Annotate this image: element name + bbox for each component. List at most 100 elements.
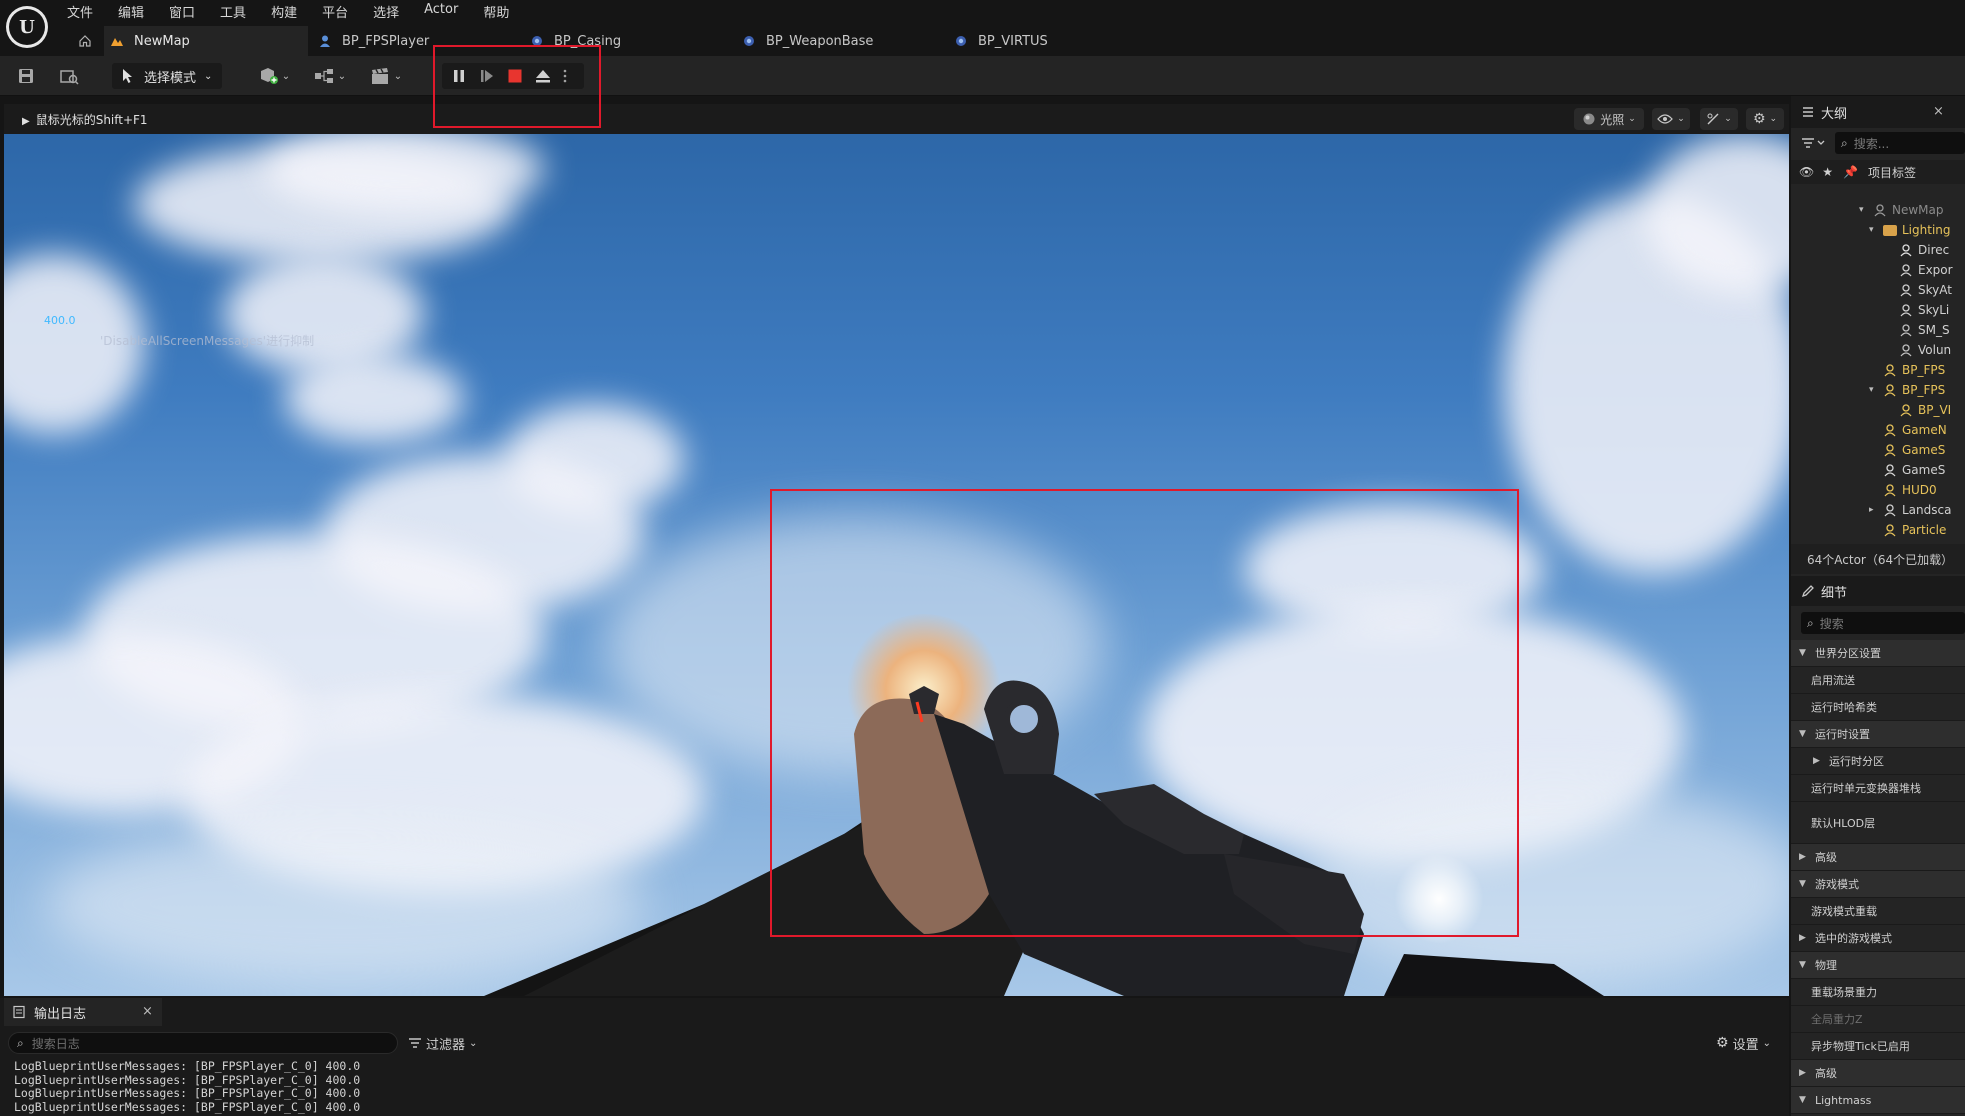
favorite-column-icon[interactable]: ★: [1822, 165, 1833, 179]
show-flags-button[interactable]: ⌄: [1652, 108, 1690, 130]
outliner-row-label: Direc: [1918, 243, 1950, 257]
pawn-icon: [1883, 523, 1897, 537]
outliner-row-label: GameS: [1902, 463, 1946, 477]
outliner-row-label: Particle: [1902, 523, 1947, 537]
outliner-row[interactable]: GameS: [1791, 440, 1965, 460]
outliner-row[interactable]: BP_VI: [1791, 400, 1965, 420]
outliner-row[interactable]: SM_S: [1791, 320, 1965, 340]
details-section-header[interactable]: ▼ Lightmass: [1791, 1087, 1965, 1114]
outliner-row[interactable]: HUD0: [1791, 480, 1965, 500]
add-actor-button[interactable]: ⌄: [254, 64, 294, 88]
details-property-row[interactable]: ▶ 选中的游戏模式: [1791, 925, 1965, 952]
details-property-row[interactable]: 异步物理Tick已启用: [1791, 1033, 1965, 1060]
caret-right-icon[interactable]: ▶: [1799, 1068, 1809, 1078]
details-property-row[interactable]: 重载场景重力: [1791, 979, 1965, 1006]
caret-right-icon[interactable]: ▶: [1813, 756, 1823, 766]
outliner-row[interactable]: Particle: [1791, 520, 1965, 540]
menu-tools[interactable]: 工具: [220, 2, 258, 21]
chevron-down-icon: ⌄: [204, 70, 213, 82]
details-row-label: 运行时单元变换器堆栈: [1811, 782, 1921, 795]
details-property-row[interactable]: 游戏模式重载: [1791, 898, 1965, 925]
menu-platform[interactable]: 平台: [322, 2, 360, 21]
menu-window[interactable]: 窗口: [169, 2, 207, 21]
log-line: LogBlueprintUserMessages: [BP_FPSPlayer_…: [14, 1059, 361, 1073]
outliner-row[interactable]: GameS: [1791, 460, 1965, 480]
outliner-row[interactable]: ▾ BP_FPS: [1791, 380, 1965, 400]
browse-content-button[interactable]: [56, 64, 82, 88]
caret-down-icon[interactable]: ▾: [1859, 205, 1864, 215]
details-property-row[interactable]: 启用流送: [1791, 667, 1965, 694]
outliner-row[interactable]: ▸ Landsca: [1791, 500, 1965, 520]
cinematics-button[interactable]: ⌄: [366, 64, 406, 88]
details-section-header[interactable]: ▼ 世界分区设置: [1791, 640, 1965, 667]
pin-column-icon[interactable]: 📌: [1843, 165, 1858, 179]
blueprints-button[interactable]: ⌄: [310, 64, 350, 88]
outliner-row[interactable]: GameN: [1791, 420, 1965, 440]
home-tab[interactable]: [70, 26, 100, 56]
outliner-row[interactable]: Volun: [1791, 340, 1965, 360]
chevron-down-icon: ⌄: [1724, 114, 1732, 124]
details-section-header[interactable]: ▼ 游戏模式: [1791, 871, 1965, 898]
lighting-mode-button[interactable]: 光照 ⌄: [1574, 108, 1644, 130]
details-property-row[interactable]: 全局重力Z: [1791, 1006, 1965, 1033]
realtime-button[interactable]: ⌄: [1700, 108, 1738, 130]
caret-right-icon[interactable]: ▶: [1799, 933, 1809, 943]
outliner-filter-button[interactable]: [1801, 136, 1827, 153]
caret-down-icon[interactable]: ▼: [1799, 960, 1809, 970]
caret-down-icon[interactable]: ▼: [1799, 1095, 1809, 1105]
log-search-input[interactable]: ⌕ 搜索日志: [8, 1032, 398, 1054]
tab-label: BP_VIRTUS: [978, 33, 1048, 49]
caret-right-icon[interactable]: ▶: [1799, 852, 1809, 862]
caret-down-icon[interactable]: ▼: [1799, 879, 1809, 889]
tab-bp-virtus[interactable]: BP_VIRTUS: [954, 26, 1154, 56]
details-section-header[interactable]: ▼ 运行时设置: [1791, 721, 1965, 748]
details-property-row[interactable]: 默认HLOD层: [1791, 802, 1965, 844]
caret-down-icon[interactable]: ▾: [1869, 385, 1874, 395]
caret-down-icon[interactable]: ▼: [1799, 729, 1809, 739]
visibility-column-icon[interactable]: 👁: [1799, 165, 1814, 179]
caret-down-icon[interactable]: ▼: [1799, 648, 1809, 658]
outliner-row[interactable]: SkyLi: [1791, 300, 1965, 320]
outliner-row[interactable]: SkyAt: [1791, 280, 1965, 300]
outliner-row-label: Expor: [1918, 263, 1953, 277]
tab-newmap[interactable]: NewMap: [104, 26, 308, 56]
details-section-header[interactable]: ▼ 物理: [1791, 952, 1965, 979]
outliner-row[interactable]: Expor: [1791, 260, 1965, 280]
outliner-search-input[interactable]: ⌕ 搜索...: [1835, 132, 1965, 154]
chevron-down-icon: ⌄: [1628, 114, 1636, 124]
output-log-tab[interactable]: 输出日志 ×: [4, 998, 162, 1026]
outliner-column-header: 👁 ★ 📌 项目标签: [1791, 160, 1965, 184]
menu-build[interactable]: 构建: [271, 2, 309, 21]
menu-actor[interactable]: Actor: [424, 2, 470, 21]
tab-bp-weaponbase[interactable]: BP_WeaponBase: [742, 26, 942, 56]
menu-select[interactable]: 选择: [373, 2, 411, 21]
pawn-icon: [1883, 423, 1897, 437]
outliner-row-label: SkyLi: [1918, 303, 1950, 317]
menu-file[interactable]: 文件: [67, 2, 105, 21]
details-property-row[interactable]: 运行时哈希类: [1791, 694, 1965, 721]
close-icon[interactable]: ×: [142, 1004, 153, 1019]
level-icon: [111, 38, 123, 46]
unreal-logo[interactable]: U: [6, 6, 48, 48]
details-property-row[interactable]: ▶ 运行时分区: [1791, 748, 1965, 775]
static-mesh-icon: [1899, 323, 1913, 337]
log-filter-button[interactable]: 过滤器 ⌄: [408, 1032, 477, 1054]
details-section-header[interactable]: ▶ 高级: [1791, 1060, 1965, 1087]
caret-down-icon[interactable]: ▾: [1869, 225, 1874, 235]
details-search-input[interactable]: ⌕ 搜索: [1801, 612, 1965, 634]
save-button[interactable]: [14, 64, 38, 88]
outliner-row[interactable]: ▾ NewMap: [1791, 200, 1965, 220]
outliner-row[interactable]: ▾ Lighting: [1791, 220, 1965, 240]
details-section-header[interactable]: ▶ 高级: [1791, 844, 1965, 871]
menu-help[interactable]: 帮助: [483, 2, 521, 21]
caret-right-icon[interactable]: ▸: [1869, 505, 1874, 515]
outliner-row[interactable]: BP_FPS: [1791, 360, 1965, 380]
select-mode-dropdown[interactable]: 选择模式 ⌄: [112, 63, 222, 89]
outliner-row[interactable]: Direc: [1791, 240, 1965, 260]
log-settings-button[interactable]: ⚙ 设置 ⌄: [1716, 1032, 1771, 1054]
close-icon[interactable]: ×: [1933, 104, 1944, 119]
menu-edit[interactable]: 编辑: [118, 2, 156, 21]
item-label-column[interactable]: 项目标签: [1868, 164, 1916, 181]
details-property-row[interactable]: 运行时单元变换器堆栈: [1791, 775, 1965, 802]
viewport-settings-button[interactable]: ⚙ ⌄: [1746, 108, 1784, 130]
